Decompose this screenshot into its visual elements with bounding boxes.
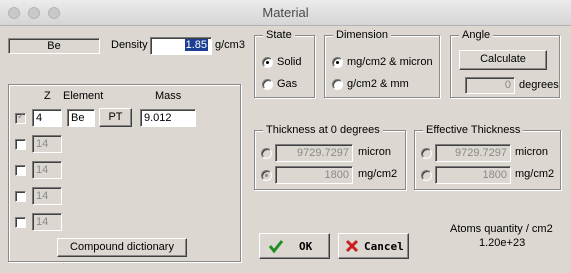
- mass-header: Mass: [155, 90, 182, 102]
- element-header: Element: [63, 90, 104, 102]
- cancel-label: Cancel: [364, 240, 404, 253]
- thickness-micron-radio[interactable]: [261, 148, 272, 159]
- dimension-title: Dimension: [333, 29, 391, 42]
- title-bar: Material: [0, 0, 571, 26]
- compound-dictionary-button[interactable]: Compound dictionary: [57, 238, 187, 257]
- element-row-1-z-input[interactable]: 4: [32, 109, 62, 127]
- density-unit: g/cm3: [215, 39, 245, 51]
- state-title: State: [263, 29, 295, 42]
- thickness-micron-input[interactable]: 9729.7297: [275, 144, 353, 162]
- thickness-group: Thickness at 0 degrees 9729.7297 micron …: [254, 124, 406, 190]
- effective-mgcm2-input[interactable]: 1800: [435, 166, 511, 184]
- elements-group: Z Element Mass ✓ 4 Be PT 9.012 14 14 14 …: [8, 84, 241, 262]
- state-solid-label: Solid: [277, 56, 302, 68]
- angle-input[interactable]: 0: [465, 77, 515, 94]
- thickness-mgcm2-unit: mg/cm2: [358, 168, 398, 180]
- calculate-button[interactable]: Calculate: [459, 50, 547, 70]
- dimension-gcm2-mm-label: g/cm2 & mm: [347, 78, 409, 90]
- state-group: State Solid Gas: [254, 29, 315, 98]
- dimension-group: Dimension mg/cm2 & micron g/cm2 & mm: [324, 29, 440, 98]
- atoms-quantity-value: 1.20e+23: [479, 237, 526, 249]
- element-row-3-checkbox[interactable]: [15, 165, 26, 176]
- atoms-quantity-label: Atoms quantity / cm2: [450, 223, 553, 235]
- thickness-mgcm2-radio[interactable]: [261, 170, 272, 181]
- window-title: Material: [262, 5, 309, 20]
- effective-mgcm2-unit: mg/cm2: [515, 168, 555, 180]
- density-input[interactable]: 1.85: [150, 37, 212, 55]
- element-row-4-checkbox[interactable]: [15, 191, 26, 202]
- periodic-table-button[interactable]: PT: [99, 108, 132, 127]
- ok-button[interactable]: OK: [259, 233, 330, 259]
- element-row-2-z-input[interactable]: 14: [32, 135, 62, 153]
- z-header: Z: [44, 90, 51, 102]
- element-row-5-z-input[interactable]: 14: [32, 213, 62, 231]
- element-row-1-mass-input[interactable]: 9.012: [140, 109, 196, 127]
- effective-micron-input[interactable]: 9729.7297: [435, 144, 511, 162]
- dimension-gcm2-mm-radio[interactable]: [332, 79, 343, 90]
- ok-label: OK: [299, 240, 313, 253]
- effective-thickness-group: Effective Thickness 9729.7297 micron 180…: [414, 124, 561, 190]
- thickness-mgcm2-input[interactable]: 1800: [275, 166, 353, 184]
- element-row-4-z-input[interactable]: 14: [32, 187, 62, 205]
- element-row-5-checkbox[interactable]: [15, 217, 26, 228]
- state-solid-radio[interactable]: [262, 57, 273, 68]
- cancel-x-icon: [345, 239, 359, 253]
- angle-group: Angle Calculate 0 degrees: [450, 29, 560, 98]
- effective-micron-unit: micron: [515, 146, 549, 158]
- state-gas-radio[interactable]: [262, 79, 273, 90]
- dimension-mgcm2-micron-radio[interactable]: [332, 57, 343, 68]
- check-icon: [268, 240, 284, 254]
- effective-thickness-title: Effective Thickness: [423, 124, 524, 137]
- density-label: Density: [111, 39, 148, 51]
- dimension-mgcm2-micron-label: mg/cm2 & micron: [347, 56, 433, 68]
- thickness-micron-unit: micron: [358, 146, 392, 158]
- cancel-button[interactable]: Cancel: [338, 233, 409, 259]
- element-row-1-checkbox[interactable]: ✓: [15, 111, 26, 124]
- element-row-3-z-input[interactable]: 14: [32, 161, 62, 179]
- angle-title: Angle: [459, 29, 494, 42]
- effective-mgcm2-radio[interactable]: [421, 170, 432, 181]
- material-name: Be: [47, 40, 61, 52]
- element-row-1-symbol-input[interactable]: Be: [67, 109, 95, 127]
- state-gas-label: Gas: [277, 78, 298, 90]
- material-name-field: Be: [8, 38, 100, 54]
- thickness-title: Thickness at 0 degrees: [263, 124, 383, 137]
- density-value: 1.85: [184, 39, 208, 51]
- effective-micron-radio[interactable]: [421, 148, 432, 159]
- element-row-2-checkbox[interactable]: [15, 139, 26, 150]
- angle-unit: degrees: [519, 79, 559, 91]
- material-dialog: Be Density 1.85 g/cm3 Z Element Mass ✓ 4…: [0, 26, 571, 273]
